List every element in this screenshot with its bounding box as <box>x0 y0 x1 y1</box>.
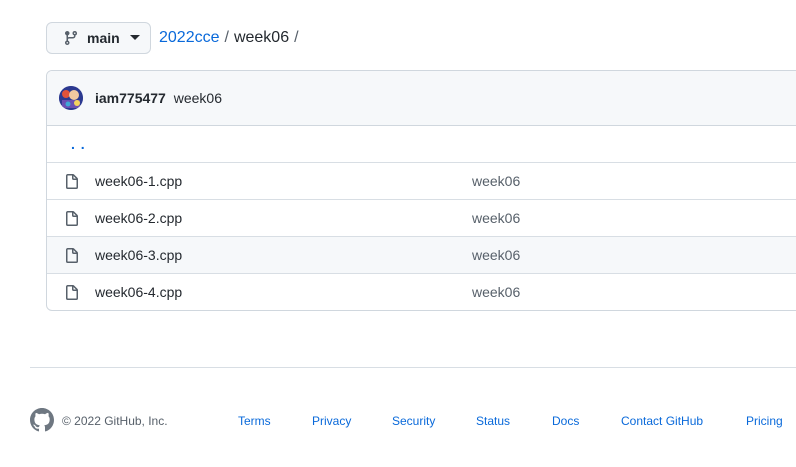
footer-link-security[interactable]: Security <box>392 414 435 428</box>
breadcrumb: 2022cce / week06 / <box>159 28 299 48</box>
file-commit-link[interactable]: week06 <box>472 247 520 263</box>
footer-link-status[interactable]: Status <box>476 414 510 428</box>
file-row: week06-3.cpp week06 <box>47 236 796 273</box>
file-name-link[interactable]: week06-2.cpp <box>95 210 182 226</box>
avatar[interactable] <box>59 86 83 110</box>
file-commit-link[interactable]: week06 <box>472 284 520 300</box>
footer: © 2022 GitHub, Inc. Terms Privacy Securi… <box>30 408 796 434</box>
breadcrumb-repo-link[interactable]: 2022cce <box>159 29 220 47</box>
file-name-link[interactable]: week06-3.cpp <box>95 247 182 263</box>
branch-name: main <box>87 30 120 46</box>
commit-message-link[interactable]: week06 <box>174 90 222 106</box>
breadcrumb-current-folder: week06 <box>233 29 290 46</box>
footer-link-contact-github[interactable]: Contact GitHub <box>621 414 703 428</box>
git-branch-icon <box>64 31 77 46</box>
file-icon <box>66 248 78 263</box>
footer-link-pricing[interactable]: Pricing <box>746 414 783 428</box>
file-row: week06-1.cpp week06 <box>47 162 796 199</box>
footer-divider <box>30 367 796 368</box>
github-mark-icon[interactable] <box>30 408 54 432</box>
file-listing: iam775477 week06 . . week06-1.cpp week06… <box>46 70 796 311</box>
file-commit-link[interactable]: week06 <box>472 173 520 189</box>
file-icon <box>66 211 78 226</box>
file-icon <box>66 174 78 189</box>
footer-link-terms[interactable]: Terms <box>238 414 271 428</box>
file-name-link[interactable]: week06-1.cpp <box>95 173 182 189</box>
branch-selector-button[interactable]: main <box>46 22 151 54</box>
file-icon <box>66 285 78 300</box>
breadcrumb-separator: / <box>224 29 229 46</box>
caret-down-icon <box>129 35 140 40</box>
file-row: week06-2.cpp week06 <box>47 199 796 236</box>
file-name-link[interactable]: week06-4.cpp <box>95 284 182 300</box>
latest-commit-header: iam775477 week06 <box>47 71 796 126</box>
file-row: week06-4.cpp week06 <box>47 273 796 310</box>
copyright-text: © 2022 GitHub, Inc. <box>62 414 168 428</box>
parent-directory-link[interactable]: . . <box>47 136 86 152</box>
updir-row[interactable]: . . <box>47 126 796 162</box>
commit-author-link[interactable]: iam775477 <box>95 90 166 106</box>
file-commit-link[interactable]: week06 <box>472 210 520 226</box>
footer-link-privacy[interactable]: Privacy <box>312 414 351 428</box>
breadcrumb-trailing-separator: / <box>294 29 299 46</box>
footer-link-docs[interactable]: Docs <box>552 414 579 428</box>
